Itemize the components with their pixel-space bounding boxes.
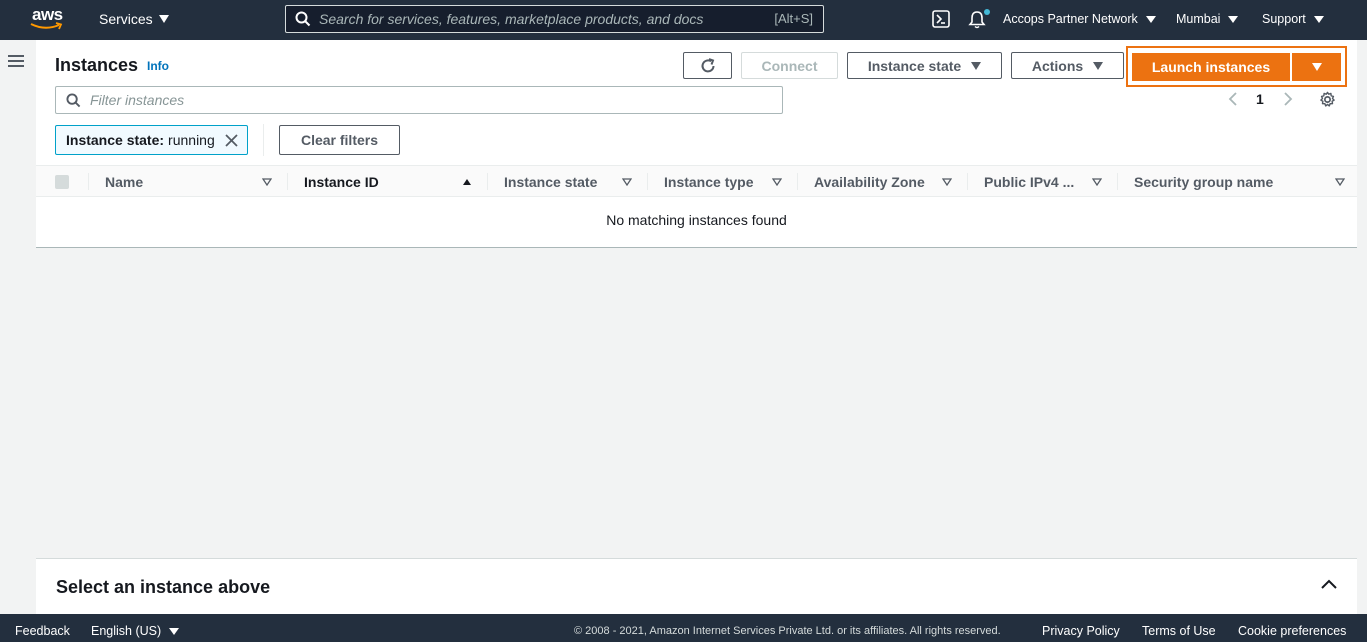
launch-dropdown-button[interactable] bbox=[1292, 53, 1341, 81]
caret-down-icon bbox=[1228, 15, 1239, 23]
column-divider bbox=[487, 173, 488, 190]
sort-ascending-icon[interactable] bbox=[462, 178, 472, 186]
column-header-availability-zone[interactable]: Availability Zone bbox=[814, 166, 925, 197]
search-shortcut: [Alt+S] bbox=[774, 11, 813, 26]
caret-down-icon bbox=[158, 15, 169, 23]
sidebar-menu-icon[interactable] bbox=[8, 55, 24, 67]
info-link[interactable]: Info bbox=[147, 59, 169, 73]
account-label: Accops Partner Network bbox=[1003, 12, 1138, 26]
instance-state-button[interactable]: Instance state bbox=[847, 52, 1002, 79]
connect-button[interactable]: Connect bbox=[741, 52, 838, 79]
chevron-left-icon[interactable] bbox=[1228, 92, 1238, 106]
cookie-preferences-link[interactable]: Cookie preferences bbox=[1238, 624, 1346, 638]
column-header-instance-state[interactable]: Instance state bbox=[504, 166, 597, 197]
column-label: Instance ID bbox=[304, 173, 379, 190]
current-page[interactable]: 1 bbox=[1256, 91, 1264, 107]
sort-icon[interactable] bbox=[1092, 178, 1102, 186]
column-header-instance-id[interactable]: Instance ID bbox=[304, 166, 379, 197]
filter-token: Instance state: running bbox=[55, 125, 248, 155]
sort-icon[interactable] bbox=[622, 178, 632, 186]
split-panel: Select an instance above bbox=[36, 558, 1357, 614]
column-divider bbox=[647, 173, 648, 190]
column-label: Public IPv4 ... bbox=[984, 173, 1075, 190]
notification-dot bbox=[984, 9, 990, 15]
instance-state-label: Instance state bbox=[867, 57, 962, 74]
sort-icon[interactable] bbox=[262, 178, 272, 186]
table-header: Name Instance ID Instance state Instance… bbox=[36, 165, 1357, 197]
sort-icon[interactable] bbox=[772, 178, 782, 186]
column-label: Name bbox=[105, 173, 144, 190]
footer: Feedback English (US) © 2008 - 2021, Ama… bbox=[0, 614, 1367, 642]
column-header-instance-type[interactable]: Instance type bbox=[664, 166, 753, 197]
language-label: English (US) bbox=[91, 624, 162, 638]
select-all-checkbox[interactable] bbox=[55, 175, 69, 189]
cloudshell-icon[interactable] bbox=[932, 10, 950, 28]
terms-of-use-link[interactable]: Terms of Use bbox=[1142, 624, 1216, 638]
region-menu[interactable]: Mumbai bbox=[1176, 12, 1239, 26]
aws-logo[interactable]: aws bbox=[30, 5, 66, 34]
column-header-name[interactable]: Name bbox=[105, 166, 143, 197]
chevron-up-icon[interactable] bbox=[1321, 579, 1337, 589]
search-icon bbox=[295, 11, 311, 27]
close-icon[interactable] bbox=[225, 133, 238, 147]
support-label: Support bbox=[1262, 12, 1306, 26]
chevron-right-icon[interactable] bbox=[1283, 92, 1293, 106]
filter-bar[interactable] bbox=[55, 86, 783, 114]
launch-instances-button[interactable]: Launch instances bbox=[1132, 53, 1290, 81]
refresh-button[interactable] bbox=[683, 52, 732, 79]
instances-panel: Instances Info Connect Instance state Ac… bbox=[36, 40, 1357, 248]
column-divider bbox=[967, 173, 968, 190]
aws-smile-icon bbox=[30, 22, 63, 30]
search-icon bbox=[66, 93, 81, 108]
empty-table-message: No matching instances found bbox=[606, 212, 787, 228]
actions-label: Actions bbox=[1031, 57, 1084, 74]
page-title: Instances bbox=[55, 55, 139, 75]
sort-icon[interactable] bbox=[942, 178, 952, 186]
column-label: Availability Zone bbox=[814, 173, 925, 190]
column-divider bbox=[287, 173, 288, 190]
services-menu[interactable]: Services bbox=[99, 11, 169, 27]
column-header-public-ipv4[interactable]: Public IPv4 ... bbox=[984, 166, 1074, 197]
launch-highlight: Launch instances bbox=[1126, 46, 1347, 87]
filter-instances-input[interactable] bbox=[90, 87, 770, 113]
services-label: Services bbox=[99, 11, 153, 27]
caret-down-icon bbox=[1145, 15, 1156, 23]
actions-button[interactable]: Actions bbox=[1011, 52, 1124, 79]
sort-icon[interactable] bbox=[1335, 178, 1345, 186]
global-search[interactable]: [Alt+S] bbox=[285, 5, 824, 33]
column-divider bbox=[1117, 173, 1118, 190]
connect-label: Connect bbox=[761, 57, 818, 74]
clear-filters-button[interactable]: Clear filters bbox=[279, 125, 400, 155]
feedback-link[interactable]: Feedback bbox=[15, 624, 70, 638]
caret-down-icon bbox=[1311, 63, 1322, 71]
refresh-icon bbox=[701, 57, 714, 72]
column-divider bbox=[88, 173, 89, 190]
privacy-policy-link[interactable]: Privacy Policy bbox=[1042, 624, 1120, 638]
copyright-text: © 2008 - 2021, Amazon Internet Services … bbox=[574, 625, 1001, 637]
caret-down-icon bbox=[971, 61, 982, 70]
account-menu[interactable]: Accops Partner Network bbox=[1003, 12, 1156, 26]
column-header-security-group-name[interactable]: Security group name bbox=[1134, 166, 1273, 197]
filter-token-key: Instance state: bbox=[66, 132, 165, 148]
caret-down-icon bbox=[1093, 61, 1104, 70]
caret-down-icon bbox=[169, 627, 180, 635]
caret-down-icon bbox=[1313, 15, 1324, 23]
top-navigation: aws Services [Alt+S] Accops Partner Netw… bbox=[0, 0, 1367, 40]
divider bbox=[263, 124, 264, 156]
column-label: Security group name bbox=[1134, 173, 1274, 190]
column-label: Instance state bbox=[504, 173, 598, 190]
global-search-input[interactable] bbox=[319, 6, 759, 32]
support-menu[interactable]: Support bbox=[1262, 12, 1324, 26]
settings-gear-icon[interactable] bbox=[1319, 91, 1336, 108]
launch-instances-label: Launch instances bbox=[1151, 59, 1271, 75]
column-divider bbox=[797, 173, 798, 190]
language-selector[interactable]: English (US) bbox=[91, 624, 180, 638]
clear-filters-label: Clear filters bbox=[300, 132, 379, 148]
column-label: Instance type bbox=[664, 173, 754, 190]
filter-token-value: running bbox=[168, 132, 215, 148]
region-label: Mumbai bbox=[1176, 12, 1221, 26]
split-panel-title: Select an instance above bbox=[56, 577, 271, 597]
